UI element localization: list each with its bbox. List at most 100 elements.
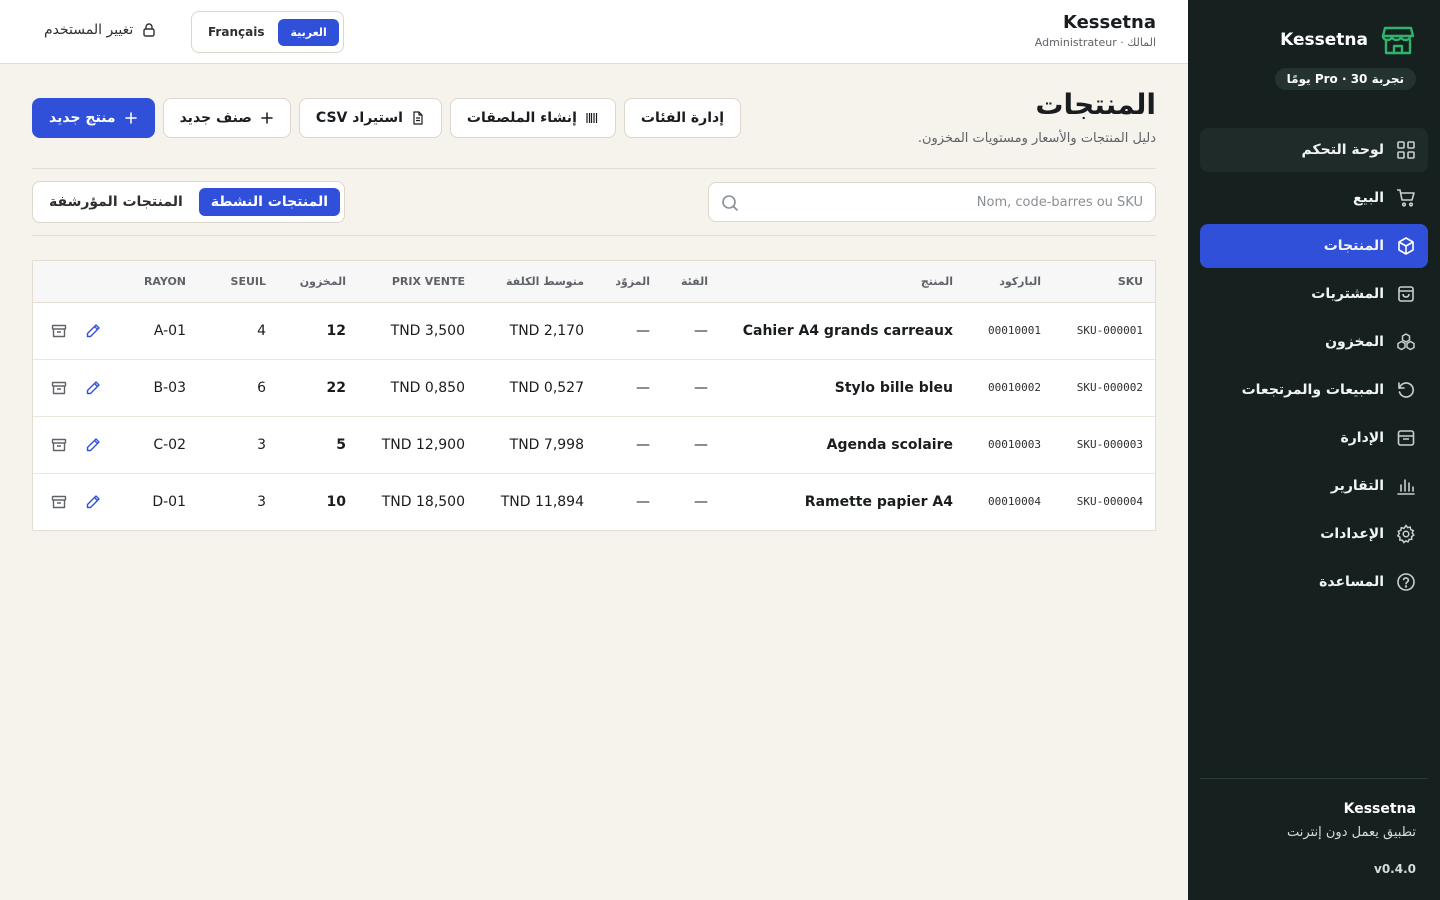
lang-fr-button[interactable]: Français [196, 18, 276, 46]
new-category-button[interactable]: صنف جديد [162, 98, 291, 138]
cell-avg-cost: TND 0,527 [509, 379, 584, 396]
col-header-category: الفئة [650, 261, 708, 303]
cell-threshold: 3 [257, 436, 266, 453]
cell-sku: SKU-000001 [1076, 324, 1143, 337]
cell-actions [33, 416, 116, 473]
gear-icon [1396, 524, 1415, 544]
cell-category: — [694, 493, 708, 510]
cell-threshold: 4 [257, 322, 266, 339]
plus-icon [261, 112, 273, 124]
cell-product-name: Agenda scolaire [826, 436, 953, 453]
edit-icon[interactable] [85, 437, 101, 453]
sidebar-item-label: المنتجات [1323, 238, 1384, 254]
table-row: SKU-000003 00010003 Agenda scolaire — — … [33, 416, 1155, 473]
cell-sku: SKU-000004 [1076, 495, 1143, 509]
manage-categories-label: إدارة الفئات [640, 110, 725, 126]
sidebar-footer: Kessetna تطبيق يعمل دون إنترنت v0.4.0 [1200, 778, 1428, 876]
topbar-role: المالك · Administrateur [1034, 36, 1156, 49]
cell-rayon: A-01 [153, 322, 186, 339]
rotate-ccw-icon [1398, 382, 1414, 398]
sidebar-item-help[interactable]: المساعدة [1200, 560, 1428, 604]
manage-categories-button[interactable]: إدارة الفئات [623, 98, 742, 138]
col-header-price: PRIX VENTE [346, 261, 465, 303]
create-labels-button[interactable]: إنشاء الملصقات [449, 98, 616, 138]
col-header-supplier: المزوّد [584, 261, 650, 303]
cell-product-name: Ramette papier A4 [804, 493, 953, 510]
cell-product-name: Stylo bille bleu [834, 379, 953, 396]
help-circle-icon [1397, 573, 1415, 591]
cell-stock: 10 [326, 493, 346, 510]
import-csv-button[interactable]: استيراد CSV [298, 98, 442, 138]
cell-barcode: 00010003 [988, 438, 1041, 451]
cell-price: TND 0,850 [390, 379, 465, 396]
cell-product-name: Cahier A4 grands carreaux [742, 322, 953, 339]
search-input[interactable] [709, 183, 1155, 221]
sidebar-item-stock[interactable]: المخزون [1200, 320, 1428, 364]
sidebar-item-label: المخزون [1325, 334, 1384, 350]
cell-rayon: D-01 [152, 493, 186, 510]
sidebar-item-products[interactable]: المنتجات [1200, 224, 1428, 268]
archive-icon[interactable] [51, 437, 67, 453]
cart-icon [1397, 189, 1415, 207]
sidebar-item-label: لوحة التحكم [1301, 142, 1384, 158]
divider [32, 168, 1156, 169]
new-category-label: صنف جديد [179, 110, 252, 126]
new-product-label: منتج جديد [49, 110, 116, 126]
sidebar-item-sale[interactable]: البيع [1200, 176, 1428, 220]
sidebar-item-sales-returns[interactable]: المبيعات والمرتجعات [1200, 368, 1428, 412]
cell-category: — [694, 379, 708, 396]
cell-category: — [694, 436, 708, 453]
edit-icon[interactable] [85, 380, 101, 396]
topbar: Kessetna المالك · Administrateur Françai… [0, 0, 1188, 64]
sidebar-item-settings[interactable]: الإعدادات [1200, 512, 1428, 556]
sidebar-item-label: الإعدادات [1320, 526, 1384, 542]
sidebar-item-dashboard[interactable]: لوحة التحكم [1200, 128, 1428, 172]
sidebar-brand[interactable]: Kessetna [1212, 20, 1416, 60]
sidebar: Kessetna تجربة Pro · 30 يومًا لوحة التحك… [1188, 0, 1440, 900]
col-header-rayon: RAYON [116, 261, 186, 303]
edit-icon[interactable] [85, 323, 101, 339]
topbar-title: Kessetna [1062, 12, 1156, 33]
sidebar-item-label: الإدارة [1340, 430, 1384, 446]
shopping-bag-icon [1398, 286, 1414, 302]
sidebar-item-purchases[interactable]: المشتريات [1200, 272, 1428, 316]
page-subtitle: دليل المنتجات والأسعار ومستويات المخزون. [917, 131, 1156, 146]
sidebar-item-label: المبيعات والمرتجعات [1241, 382, 1384, 398]
sidebar-item-reports[interactable]: التقارير [1200, 464, 1428, 508]
archive-icon[interactable] [51, 494, 67, 510]
import-csv-label: استيراد CSV [315, 110, 403, 126]
sidebar-nav: لوحة التحكم البيع المنتجات المشتريات الم… [1200, 128, 1428, 608]
cell-category: — [694, 322, 708, 339]
col-header-threshold: SEUIL [186, 261, 266, 303]
tab-archived-products[interactable]: المنتجات المؤرشفة [37, 188, 195, 216]
sidebar-brand-name: Kessetna [1280, 30, 1368, 50]
cell-stock: 12 [326, 322, 346, 339]
cell-rayon: B-03 [153, 379, 186, 396]
lang-ar-button[interactable]: العربية [278, 18, 339, 46]
footer-description: تطبيق يعمل دون إنترنت [1287, 825, 1416, 840]
page-title: المنتجات [1035, 88, 1156, 121]
cell-rayon: C-02 [153, 436, 186, 453]
tab-active-products[interactable]: المنتجات النشطة [198, 188, 341, 216]
archive-icon[interactable] [51, 323, 67, 339]
cell-stock: 22 [326, 379, 346, 396]
archive-icon[interactable] [51, 380, 67, 396]
col-header-stock: المخزون [266, 261, 346, 303]
cell-avg-cost: TND 7,998 [509, 436, 584, 453]
sidebar-item-admin[interactable]: الإدارة [1200, 416, 1428, 460]
create-labels-label: إنشاء الملصقات [466, 110, 577, 126]
plus-icon [124, 112, 137, 124]
cell-avg-cost: TND 11,894 [500, 493, 584, 510]
edit-icon[interactable] [85, 494, 101, 510]
cell-price: TND 12,900 [381, 436, 465, 453]
col-header-product: المنتج [708, 261, 953, 303]
store-icon [1381, 26, 1415, 55]
language-switcher: Français العربية [191, 11, 344, 53]
new-product-button[interactable]: منتج جديد [32, 98, 155, 138]
cell-price: TND 18,500 [381, 493, 465, 510]
switch-user-button[interactable]: تغيير المستخدم [44, 22, 157, 38]
cell-supplier: — [636, 322, 650, 339]
sidebar-item-label: البيع [1352, 190, 1384, 206]
cell-price: TND 3,500 [390, 322, 465, 339]
col-header-actions [33, 261, 116, 303]
